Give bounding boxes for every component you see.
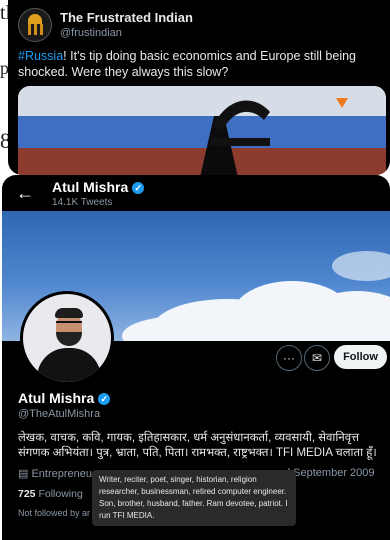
header-name-text: Atul Mishra [52, 179, 129, 195]
tweet-image[interactable] [18, 86, 386, 175]
oil-pump-image [18, 86, 386, 175]
profile-name-text: Atul Mishra [18, 390, 95, 406]
back-arrow-icon[interactable]: ← [16, 183, 34, 204]
occupation-text: Entrepreneu [31, 468, 93, 480]
following-stat[interactable]: 725 Following [18, 488, 83, 500]
tweet-author-name[interactable]: The Frustrated Indian [60, 10, 193, 25]
joined-date: d September 2009 [284, 467, 375, 479]
avatar[interactable] [20, 291, 114, 385]
profile-bio: लेखक, वाचक, कवि, गायक, इतिहासकार, धर्म अ… [18, 432, 377, 459]
verified-badge-icon: ✓ [98, 393, 111, 405]
following-label: Following [38, 488, 83, 500]
profile-name: Atul Mishra ✓ [18, 390, 111, 406]
header-name: Atul Mishra ✓ [52, 179, 145, 195]
not-followed-note: Not followed by ar [18, 508, 91, 518]
briefcase-icon: ▤ [18, 468, 29, 480]
tweet-count: 14.1K Tweets [52, 197, 113, 208]
hashtag-link[interactable]: #Russia [18, 49, 63, 63]
tweet-card[interactable]: The Frustrated Indian @frustindian #Russ… [8, 0, 390, 175]
logo-icon[interactable] [18, 8, 52, 42]
tweet-body: ! It's tip doing basic economics and Eur… [18, 49, 357, 79]
more-icon[interactable]: ··· [276, 345, 302, 371]
occupation: ▤ Entrepreneu [18, 467, 92, 480]
follow-button[interactable]: Follow [334, 345, 387, 369]
verified-badge-icon: ✓ [132, 182, 145, 194]
tweet-text: #Russia! It's tip doing basic economics … [18, 48, 388, 80]
message-icon[interactable]: ✉ [304, 345, 330, 371]
following-count: 725 [18, 488, 36, 500]
tweet-author-handle: @frustindian [60, 27, 122, 39]
profile-handle: @TheAtulMishra [18, 408, 101, 420]
bio-translation-tooltip: Writer, reciter, poet, singer, historian… [92, 470, 296, 526]
